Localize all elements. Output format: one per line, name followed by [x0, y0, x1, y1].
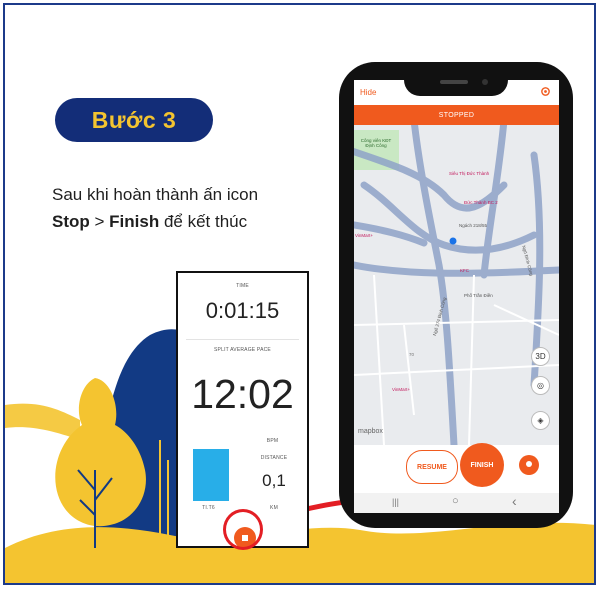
phone-camera [482, 79, 488, 85]
map-label-kfc: KFC [460, 268, 469, 273]
map-label-store1: Siêu Thị Đức Thành [449, 171, 490, 176]
time-value: 0:01:15 [205, 298, 280, 323]
instruction-line1: Sau khi hoàn thành ấn icon [52, 185, 259, 204]
pace-value: 12:02 [191, 371, 294, 417]
hide-link[interactable]: Hide [360, 88, 376, 97]
instruction-separator: > [89, 212, 110, 231]
user-location-dot [449, 237, 457, 245]
nav-home-button[interactable]: ○ [452, 495, 459, 507]
map-view[interactable]: Công viên KĐT Định Công Siêu Thị Đức Thà… [354, 125, 559, 445]
phone-notch [404, 72, 508, 96]
layers-icon[interactable]: ◈ [531, 411, 550, 430]
map-3d-button[interactable]: 3D [531, 347, 550, 366]
highlight-circle [223, 509, 263, 550]
resume-button[interactable]: RESUME [406, 450, 458, 484]
map-label-street1: Phố Trần Điền [464, 293, 493, 298]
instruction-tail: để kết thúc [159, 212, 248, 231]
map-label-number: 70 [409, 352, 415, 357]
map-label-park: Công viên KĐT Định Công [360, 138, 392, 148]
location-pin-icon[interactable] [519, 455, 539, 475]
pace-bar [193, 449, 229, 501]
time-label: TIME [236, 283, 249, 289]
finish-button[interactable]: FINISH [460, 443, 504, 487]
map-label-alley: Ngách 218/55 [459, 223, 488, 228]
step-badge: Bước 3 [55, 98, 213, 142]
pace-label: SPLIT AVERAGE PACE [214, 347, 271, 353]
status-banner: STOPPED [354, 105, 559, 125]
map-label-store2: Đức Thành BC 2 [464, 200, 498, 205]
map-label-vinmart1: VinMart+ [355, 233, 374, 238]
phone-speaker [440, 80, 468, 84]
tutorial-slide: Bước 3 Sau khi hoàn thành ấn icon Stop >… [0, 0, 601, 590]
bpm-label: BPM [266, 438, 279, 444]
nav-back-button[interactable]: ‹ [512, 493, 517, 509]
instruction-finish: Finish [109, 212, 160, 231]
instruction-stop: Stop [52, 212, 90, 231]
nav-recent-button[interactable]: ||| [392, 497, 399, 507]
distance-unit: KM [270, 505, 278, 511]
map-label-vinmart2: VinMart+ [392, 387, 411, 392]
android-nav-bar: ||| ○ ‹ [354, 493, 559, 513]
instruction-text: Sau khi hoàn thành ấn icon Stop > Finish… [52, 181, 342, 235]
gear-icon[interactable] [540, 86, 551, 97]
distance-label: DISTANCE [260, 455, 288, 461]
stopwatch-card: TIME 0:01:15 SPLIT AVERAGE PACE 12:02 BP… [176, 271, 309, 549]
locate-icon[interactable]: ◎ [531, 376, 550, 395]
distance-value: 0,1 [262, 471, 286, 490]
divider [186, 339, 299, 340]
mapbox-logo: mapbox [358, 428, 383, 435]
